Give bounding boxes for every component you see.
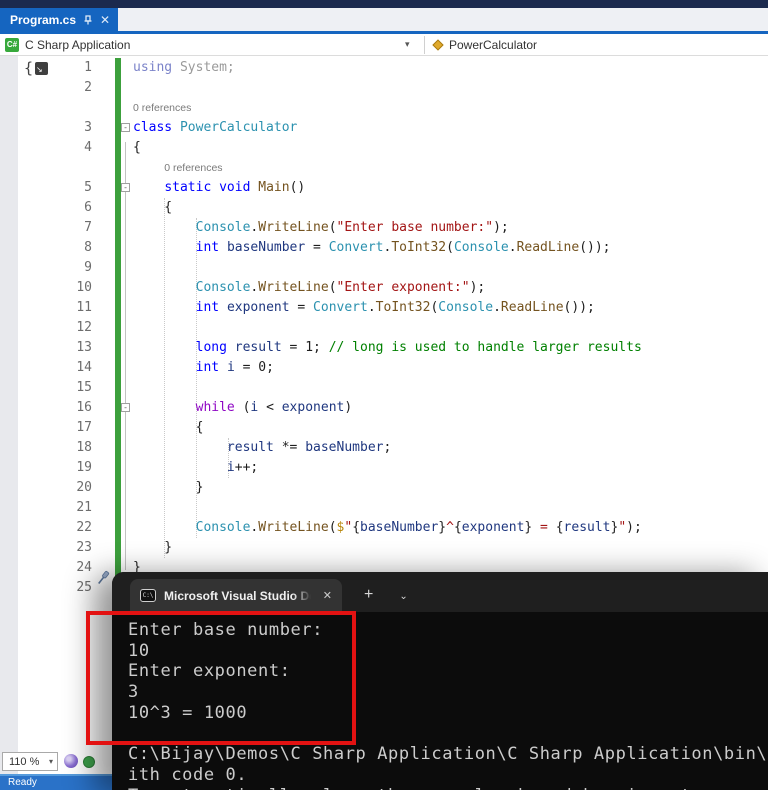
console-icon: C:\: [140, 589, 156, 602]
line-number: 19: [76, 460, 92, 475]
tab-label: Program.cs: [10, 12, 77, 27]
code-line[interactable]: 16- while (i < exponent): [0, 398, 768, 418]
line-number: 14: [76, 360, 92, 375]
chevron-down-icon[interactable]: ▾: [405, 39, 410, 50]
pin-icon[interactable]: [83, 14, 93, 25]
code-line[interactable]: 17 {: [0, 418, 768, 438]
zoom-control[interactable]: 110 % ▾: [2, 752, 58, 771]
titlebar-strip: [0, 0, 768, 8]
line-number: 10: [76, 280, 92, 295]
class-icon: [432, 38, 444, 51]
status-text: Ready: [8, 777, 37, 788]
line-number: 24: [76, 560, 92, 575]
fold-collapse-icon[interactable]: -: [121, 403, 130, 412]
navbar-separator: [424, 36, 425, 54]
code-line[interactable]: 22 Console.WriteLine($"{baseNumber}^{exp…: [0, 518, 768, 538]
project-name: C Sharp Application: [25, 37, 131, 52]
line-number: 13: [76, 340, 92, 355]
document-tab-strip: Program.cs ✕: [0, 8, 768, 31]
close-icon[interactable]: ✕: [100, 14, 110, 26]
line-number: 1: [84, 60, 92, 75]
terminal-tab-title: Microsoft Visual Studio Debu: [164, 588, 311, 603]
line-number: 17: [76, 420, 92, 435]
line-number: 9: [84, 260, 92, 275]
terminal-tab[interactable]: C:\ Microsoft Visual Studio Debu ✕: [130, 579, 342, 612]
line-number: 23: [76, 540, 92, 555]
line-number: 12: [76, 320, 92, 335]
navigation-bar: C# C Sharp Application ▾ PowerCalculator: [0, 34, 768, 56]
terminal-tab-bar: C:\ Microsoft Visual Studio Debu ✕ + ⌄: [112, 572, 768, 612]
chevron-down-icon[interactable]: ⌄: [399, 591, 407, 602]
code-line[interactable]: 11 int exponent = Convert.ToInt32(Consol…: [0, 298, 768, 318]
code-line[interactable]: 10 Console.WriteLine("Enter exponent:");: [0, 278, 768, 298]
code-line[interactable]: 19 i++;: [0, 458, 768, 478]
line-number: 21: [76, 500, 92, 515]
line-number: 11: [76, 300, 92, 315]
code-line[interactable]: 14 int i = 0;: [0, 358, 768, 378]
code-line[interactable]: 1 using System;: [0, 58, 768, 78]
code-line[interactable]: 20 }: [0, 478, 768, 498]
highlight-rectangle: [86, 611, 356, 745]
line-number: 15: [76, 380, 92, 395]
quick-actions-screwdriver-icon[interactable]: [94, 569, 112, 587]
type-dropdown[interactable]: PowerCalculator: [449, 38, 537, 52]
code-line[interactable]: 5- static void Main(): [0, 178, 768, 198]
code-rows[interactable]: 1 using System; 2 0 references 3- class Power…: [0, 58, 768, 598]
line-number: 6: [84, 200, 92, 215]
purple-status-icon[interactable]: [64, 754, 78, 768]
codelens-row[interactable]: 0 references: [0, 98, 768, 118]
close-icon[interactable]: ✕: [319, 587, 336, 604]
code-line[interactable]: 7 Console.WriteLine("Enter base number:"…: [0, 218, 768, 238]
line-number: 8: [84, 240, 92, 255]
green-status-icon[interactable]: [83, 756, 95, 768]
vs-window: Program.cs ✕ C# C Sharp Application ▾ Po…: [0, 0, 768, 790]
code-line[interactable]: 23 }: [0, 538, 768, 558]
line-number: 20: [76, 480, 92, 495]
line-number: 2: [84, 80, 92, 95]
code-line[interactable]: 6 {: [0, 198, 768, 218]
project-dropdown[interactable]: C# C Sharp Application: [0, 37, 131, 52]
code-line[interactable]: 12: [0, 318, 768, 338]
line-number: 18: [76, 440, 92, 455]
line-number: 16: [76, 400, 92, 415]
csharp-project-icon: C#: [5, 37, 19, 52]
code-line[interactable]: 8 int baseNumber = Convert.ToInt32(Conso…: [0, 238, 768, 258]
zoom-value: 110 %: [9, 755, 40, 768]
tab-program-cs[interactable]: Program.cs ✕: [0, 8, 119, 31]
code-line[interactable]: 3- class PowerCalculator: [0, 118, 768, 138]
new-tab-icon[interactable]: +: [364, 586, 373, 604]
code-line[interactable]: 13 long result = 1; // long is used to h…: [0, 338, 768, 358]
code-line[interactable]: 15: [0, 378, 768, 398]
fold-collapse-icon[interactable]: -: [121, 183, 130, 192]
fold-collapse-icon[interactable]: -: [121, 123, 130, 132]
code-line[interactable]: 18 result *= baseNumber;: [0, 438, 768, 458]
code-line[interactable]: 9: [0, 258, 768, 278]
code-line[interactable]: 21: [0, 498, 768, 518]
line-number: 25: [76, 580, 92, 595]
chevron-down-icon: ▾: [48, 757, 53, 766]
codelens-row[interactable]: 0 references: [0, 158, 768, 178]
code-line[interactable]: 4{: [0, 138, 768, 158]
line-number: 3: [84, 120, 92, 135]
code-line[interactable]: 2: [0, 78, 768, 98]
line-number: 7: [84, 220, 92, 235]
line-number: 22: [76, 520, 92, 535]
line-number: 5: [84, 180, 92, 195]
line-number: 4: [84, 140, 92, 155]
